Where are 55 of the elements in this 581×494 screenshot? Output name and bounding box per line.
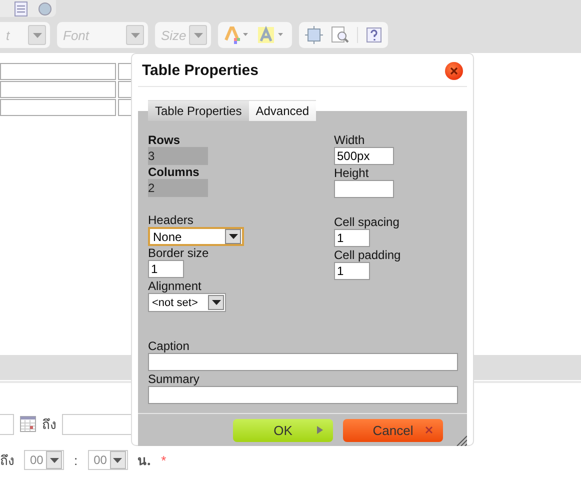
highlight-icon[interactable] xyxy=(258,26,286,44)
block-icon[interactable] xyxy=(305,26,323,44)
field-label: Alignment xyxy=(148,279,202,293)
input-field[interactable]: 1 xyxy=(148,260,184,278)
globe-icon[interactable] xyxy=(38,2,52,16)
readonly-field: 2 xyxy=(148,179,208,197)
input-field[interactable] xyxy=(148,386,458,404)
caret-icon xyxy=(228,234,238,239)
input-field[interactable]: 1 xyxy=(334,262,370,280)
arrow-icon xyxy=(317,426,323,434)
minute-select[interactable]: 00 xyxy=(88,450,128,470)
required-mark: * xyxy=(161,452,166,468)
caret-icon xyxy=(130,32,140,38)
tab[interactable]: Advanced xyxy=(248,100,316,121)
caret-icon xyxy=(50,458,58,462)
field-label: Cell spacing xyxy=(334,215,400,229)
date-field[interactable] xyxy=(0,414,14,434)
ok-button[interactable]: OK xyxy=(233,418,333,442)
caret-icon xyxy=(32,32,42,38)
resize-grip-icon[interactable] xyxy=(455,434,467,446)
field-label: Summary xyxy=(148,372,200,386)
field-label: Columns xyxy=(148,165,200,179)
hour-select[interactable]: 00 xyxy=(24,450,64,470)
input-field[interactable] xyxy=(148,353,458,371)
preview-icon[interactable] xyxy=(331,26,349,44)
select-field[interactable]: None xyxy=(148,227,244,246)
caret-icon xyxy=(194,32,202,38)
document-icon[interactable] xyxy=(14,0,28,16)
readonly-field: 3 xyxy=(148,147,208,165)
to-label: ถึง xyxy=(42,416,56,434)
dialog-title: Table Properties xyxy=(142,62,258,79)
close-button[interactable] xyxy=(445,62,463,80)
text-color-icon[interactable] xyxy=(224,26,250,44)
select-field[interactable]: <not set> xyxy=(148,293,226,312)
field-label: Caption xyxy=(148,339,190,353)
caret-icon xyxy=(212,300,220,305)
calendar-icon[interactable] xyxy=(20,416,36,432)
field-label: Border size xyxy=(148,246,209,260)
field-label: Cell padding xyxy=(334,248,401,262)
field-label: Width xyxy=(334,133,365,147)
close-icon xyxy=(425,426,433,434)
time-separator: : xyxy=(74,452,78,468)
input-field[interactable]: 1 xyxy=(334,229,370,247)
cancel-button[interactable]: Cancel xyxy=(343,418,443,442)
to-label: ถึง xyxy=(0,452,14,470)
field-label: Height xyxy=(334,166,369,180)
field-label: Headers xyxy=(148,213,194,227)
input-field[interactable] xyxy=(334,180,394,198)
help-icon[interactable] xyxy=(366,27,382,43)
tab[interactable]: Table Properties xyxy=(148,100,249,121)
input-field[interactable]: 500px xyxy=(334,147,394,165)
close-icon xyxy=(450,66,458,74)
field-label: Rows xyxy=(148,133,180,147)
unit-label: น. xyxy=(138,452,152,470)
caret-icon xyxy=(113,458,122,462)
